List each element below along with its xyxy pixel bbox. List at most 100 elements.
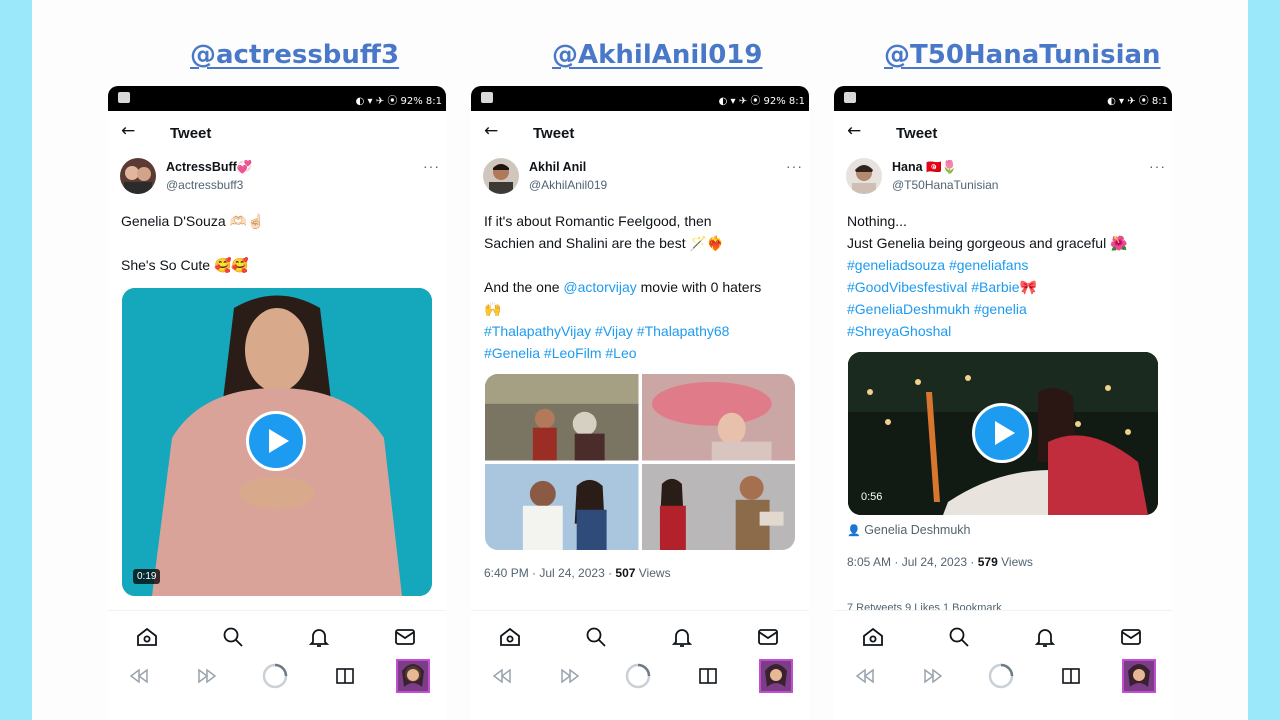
tweet-stats: 7 Retweets 9 Likes 1 Bookmark xyxy=(847,602,1002,610)
phone-screenshot-3: ◐ ▾ ✈ ⦿ 8:1 ← Tweet Hana 🇹🇳🌷 @T50HanaTun… xyxy=(834,86,1172,720)
phone-screenshot-2: ◐ ▾ ✈ ⦿ 92% 8:1 ← Tweet Akhil Anil @Akhi… xyxy=(471,86,809,720)
tweet-video[interactable]: 0:19 xyxy=(122,288,432,596)
tweet-author[interactable]: Hana 🇹🇳🌷 @T50HanaTunisian ··· xyxy=(846,158,1166,198)
more-options-icon[interactable]: ··· xyxy=(423,158,440,174)
handle-heading-3[interactable]: @T50HanaTunisian xyxy=(884,40,1161,70)
search-icon[interactable] xyxy=(221,625,245,649)
play-button[interactable] xyxy=(246,411,306,471)
loading-spinner-icon xyxy=(262,663,288,689)
author-name[interactable]: Akhil Anil xyxy=(529,160,586,174)
views-label: Views xyxy=(997,555,1033,569)
avatar[interactable] xyxy=(483,158,519,194)
tweet-photo[interactable] xyxy=(485,463,639,550)
bell-icon[interactable] xyxy=(1033,625,1057,649)
hashtag-line[interactable]: #geneliadsouza #geneliafans xyxy=(847,254,1165,276)
avatar[interactable] xyxy=(120,158,156,194)
tweet-line: Genelia D'Souza 🫶🏻☝🏻 xyxy=(121,213,265,229)
mention-link[interactable]: @actorvijay xyxy=(563,279,636,295)
mail-icon[interactable] xyxy=(1119,625,1143,649)
profile-thumbnail-icon[interactable] xyxy=(759,659,793,693)
hashtag-line[interactable]: #ShreyaGhoshal xyxy=(847,320,1165,342)
gallery-notification-icon xyxy=(844,92,856,103)
rewind-icon[interactable] xyxy=(126,663,152,689)
gallery-notification-icon xyxy=(118,92,130,103)
recents-icon[interactable] xyxy=(695,663,721,689)
author-handle[interactable]: @actressbuff3 xyxy=(166,178,243,192)
tweet-top-bar: ← Tweet xyxy=(108,111,446,155)
forward-icon[interactable] xyxy=(557,663,583,689)
tweet-photo[interactable] xyxy=(641,374,795,461)
home-icon[interactable] xyxy=(498,625,522,649)
page-title: Tweet xyxy=(170,125,212,142)
tweet-meta: 8:05 AM · Jul 24, 2023 · 579 Views xyxy=(847,555,1033,569)
tweet-line: 🙌 xyxy=(484,301,502,317)
avatar[interactable] xyxy=(846,158,882,194)
mail-icon[interactable] xyxy=(393,625,417,649)
more-options-icon[interactable]: ··· xyxy=(1149,158,1166,174)
tweet-line: Sachien and Shalini are the best 🪄❤️‍🔥 xyxy=(484,235,725,251)
bell-icon[interactable] xyxy=(307,625,331,649)
search-icon[interactable] xyxy=(947,625,971,649)
tweet-text: If it's about Romantic Feelgood, then Sa… xyxy=(484,210,802,364)
mail-icon[interactable] xyxy=(756,625,780,649)
tweet-text-fragment: movie with 0 haters xyxy=(636,279,762,295)
tweet-line: Just Genelia being gorgeous and graceful… xyxy=(847,235,1128,251)
recents-icon[interactable] xyxy=(1058,663,1084,689)
home-icon[interactable] xyxy=(135,625,159,649)
handle-heading-2[interactable]: @AkhilAnil019 xyxy=(552,40,762,70)
bell-icon[interactable] xyxy=(670,625,694,649)
video-duration: 0:56 xyxy=(861,491,883,503)
tagged-person-name[interactable]: Genelia Deshmukh xyxy=(864,523,970,537)
tweet-photo[interactable] xyxy=(641,463,795,550)
tweet-author[interactable]: ActressBuff💞 @actressbuff3 ··· xyxy=(120,158,440,198)
author-handle[interactable]: @T50HanaTunisian xyxy=(892,178,998,192)
tweet-timestamp: 8:05 AM · Jul 24, 2023 · xyxy=(847,555,978,569)
hashtag-line[interactable]: #ThalapathyVijay #Vijay #Thalapathy68 xyxy=(484,320,802,342)
photo-thumbnail xyxy=(641,463,795,550)
back-arrow-icon[interactable]: ← xyxy=(484,121,498,141)
tweet-line: If it's about Romantic Feelgood, then xyxy=(484,213,712,229)
bottom-navigation xyxy=(108,610,446,720)
tweet-line: And the one @actorvijay movie with 0 hat… xyxy=(484,276,802,298)
phone-screenshot-1: ◐ ▾ ✈ ⦿ 92% 8:1 ← Tweet ActressBuff💞 @ac… xyxy=(108,86,446,720)
back-arrow-icon[interactable]: ← xyxy=(121,121,135,141)
rewind-icon[interactable] xyxy=(489,663,515,689)
video-duration: 0:19 xyxy=(133,569,161,584)
handle-heading-1[interactable]: @actressbuff3 xyxy=(190,40,399,70)
tweet-author[interactable]: Akhil Anil @AkhilAnil019 ··· xyxy=(483,158,803,198)
loading-spinner-icon xyxy=(625,663,651,689)
author-handle[interactable]: @AkhilAnil019 xyxy=(529,178,607,192)
tweet-photo[interactable] xyxy=(485,374,639,461)
loading-spinner-icon xyxy=(988,663,1014,689)
search-icon[interactable] xyxy=(584,625,608,649)
forward-icon[interactable] xyxy=(194,663,220,689)
tweet-timestamp: 6:40 PM · Jul 24, 2023 · xyxy=(484,566,616,580)
status-bar: ◐ ▾ ✈ ⦿ 8:1 xyxy=(834,86,1172,111)
view-count: 579 xyxy=(977,555,998,569)
rewind-icon[interactable] xyxy=(852,663,878,689)
view-count: 507 xyxy=(615,566,636,580)
profile-thumbnail-icon[interactable] xyxy=(396,659,430,693)
play-button[interactable] xyxy=(972,403,1032,463)
author-name[interactable]: Hana 🇹🇳🌷 xyxy=(892,160,957,175)
gallery-notification-icon xyxy=(481,92,493,103)
hashtag-line[interactable]: #GoodVibesfestival #Barbie🎀 xyxy=(847,276,1165,298)
hashtag-line[interactable]: #Genelia #LeoFilm #Leo xyxy=(484,342,802,364)
forward-icon[interactable] xyxy=(920,663,946,689)
more-options-icon[interactable]: ··· xyxy=(786,158,803,174)
back-arrow-icon[interactable]: ← xyxy=(847,121,861,141)
recents-icon[interactable] xyxy=(332,663,358,689)
bottom-navigation xyxy=(834,610,1172,720)
profile-thumbnail-icon[interactable] xyxy=(1122,659,1156,693)
tagged-person[interactable]: 👤 Genelia Deshmukh xyxy=(847,523,971,537)
hashtag-line[interactable]: #GeneliaDeshmukh #genelia xyxy=(847,298,1165,320)
tweet-photo-grid[interactable] xyxy=(485,374,795,550)
tweet-video[interactable]: 0:56 xyxy=(848,352,1158,515)
tweet-meta: 6:40 PM · Jul 24, 2023 · 507 Views xyxy=(484,566,671,580)
home-icon[interactable] xyxy=(861,625,885,649)
author-name[interactable]: ActressBuff💞 xyxy=(166,160,252,175)
tweet-top-bar: ← Tweet xyxy=(471,111,809,155)
person-icon: 👤 xyxy=(847,524,861,537)
